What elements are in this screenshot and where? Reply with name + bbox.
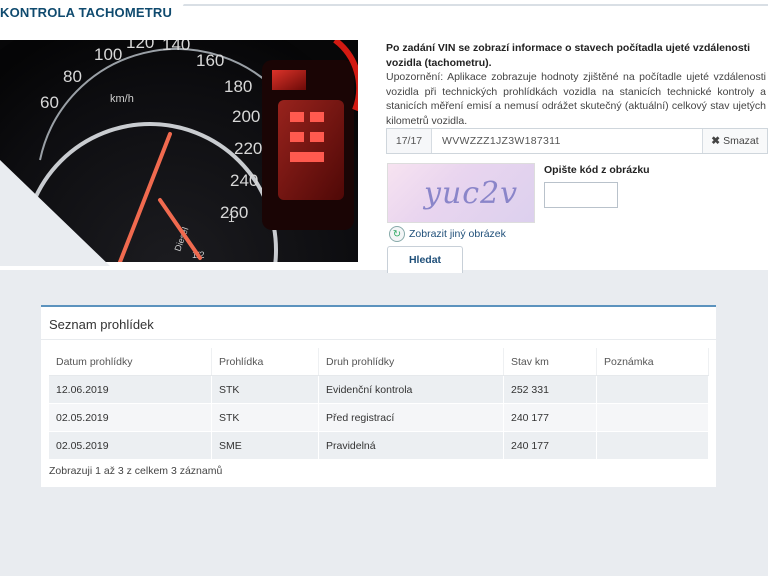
- table-row: 02.05.2019 STK Před registrací 240 177: [49, 403, 709, 432]
- table-row: 02.05.2019 SME Pravidelná 240 177: [49, 431, 709, 460]
- tick-label: 240: [230, 171, 258, 190]
- vin-input-group: 17/17 WVWZZZ1JZ3W187311 ✖ Smazat: [386, 128, 768, 154]
- info-heading: Po zadání VIN se zobrazí informace o sta…: [386, 42, 751, 69]
- clear-label: Smazat: [723, 135, 759, 147]
- cell-date: 12.06.2019: [49, 375, 212, 404]
- table-header-row: Datum prohlídky Prohlídka Druh prohlídky…: [49, 348, 709, 376]
- cell-note: [596, 403, 709, 432]
- cell-type: Před registrací: [318, 403, 504, 432]
- cell-type: Pravidelná: [318, 431, 504, 460]
- search-button[interactable]: Hledat: [387, 246, 463, 273]
- cell-note: [596, 431, 709, 460]
- refresh-icon: ↻: [389, 226, 405, 242]
- header-divider: [160, 4, 768, 6]
- fuel-full-label: 1: [228, 211, 235, 225]
- tick-label: 100: [94, 45, 122, 64]
- tick-label: 140: [162, 40, 190, 54]
- tick-label: 200: [232, 107, 260, 126]
- refresh-captcha-link[interactable]: ↻ Zobrazit jiný obrázek: [389, 226, 506, 242]
- cell-km: 240 177: [503, 403, 597, 432]
- column-header-date[interactable]: Datum prohlídky: [49, 348, 212, 376]
- cell-date: 02.05.2019: [49, 431, 212, 460]
- captcha-code-label: Opište kód z obrázku: [544, 164, 650, 176]
- cell-note: [596, 375, 709, 404]
- info-block: Po zadání VIN se zobrazí informace o sta…: [386, 41, 766, 128]
- cell-inspection: SME: [211, 431, 319, 460]
- image-corner-cut: [0, 160, 110, 266]
- column-header-note[interactable]: Poznámka: [596, 348, 709, 376]
- column-header-km[interactable]: Stav km: [503, 348, 597, 376]
- cell-km: 240 177: [503, 431, 597, 460]
- tick-label: 160: [196, 51, 224, 70]
- captcha-image: yuc2v: [387, 163, 535, 223]
- cell-type: Evidenční kontrola: [318, 375, 504, 404]
- info-notice: Upozornění: Aplikace zobrazuje hodnoty z…: [386, 71, 766, 127]
- captcha-code-input[interactable]: [544, 182, 618, 208]
- table-row: 12.06.2019 STK Evidenční kontrola 252 33…: [49, 375, 709, 404]
- tick-label: 60: [40, 93, 59, 112]
- refresh-label: Zobrazit jiný obrázek: [409, 228, 506, 240]
- column-header-type[interactable]: Druh prohlídky: [318, 348, 504, 376]
- vin-char-count: 17/17: [387, 129, 432, 153]
- cell-inspection: STK: [211, 375, 319, 404]
- tick-label: 180: [224, 77, 252, 96]
- tick-label: 80: [63, 67, 82, 86]
- clear-button[interactable]: ✖ Smazat: [702, 129, 767, 153]
- captcha-text: yuc2v: [424, 176, 519, 211]
- panel-divider: [41, 339, 716, 340]
- inspections-panel: Seznam prohlídek Datum prohlídky Prohlíd…: [41, 305, 716, 487]
- tick-label: 220: [234, 139, 262, 158]
- panel-title: Seznam prohlídek: [49, 317, 154, 332]
- cell-km: 252 331: [503, 375, 597, 404]
- times-icon: ✖: [711, 135, 721, 147]
- cell-inspection: STK: [211, 403, 319, 432]
- page-title: KONTROLA TACHOMETRU: [0, 5, 173, 20]
- unit-label: km/h: [110, 93, 134, 105]
- vin-input[interactable]: WVWZZZ1JZ3W187311: [432, 135, 702, 147]
- tick-label: 120: [126, 40, 154, 52]
- inspections-table: Datum prohlídky Prohlídka Druh prohlídky…: [49, 348, 709, 460]
- pagination-info: Zobrazuji 1 až 3 z celkem 3 záznamů: [49, 465, 223, 477]
- cell-date: 02.05.2019: [49, 403, 212, 432]
- column-header-inspection[interactable]: Prohlídka: [211, 348, 319, 376]
